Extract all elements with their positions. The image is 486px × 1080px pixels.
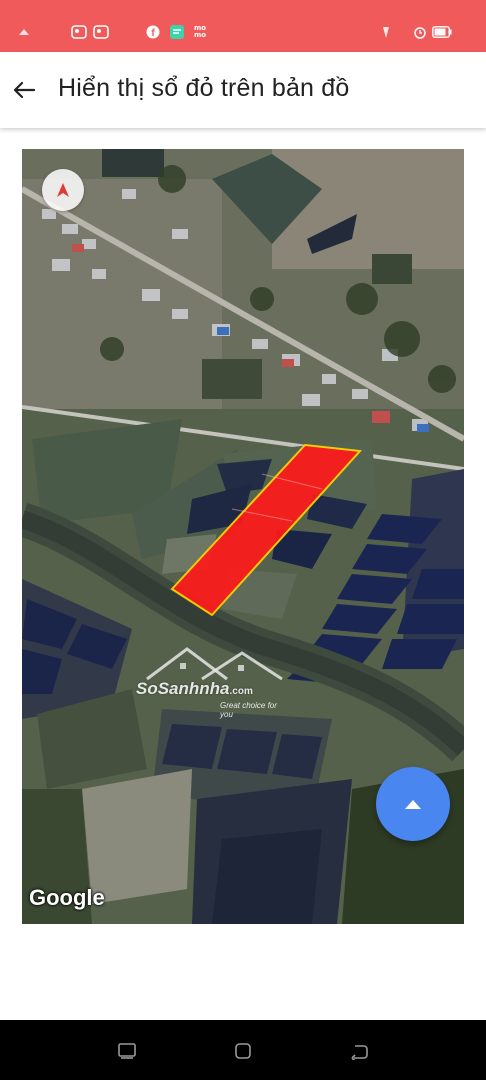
back-button[interactable] — [6, 70, 42, 110]
back-icon — [351, 1045, 368, 1060]
photo-icon — [92, 24, 110, 40]
vpn-key-icon — [380, 24, 392, 40]
watermark: SoSanhnha.com Great choice for you — [132, 639, 292, 719]
caret-up-icon — [405, 800, 421, 809]
home-button[interactable] — [232, 1040, 254, 1062]
page-title: Hiển thị sổ đỏ trên bản đồ — [58, 74, 350, 102]
status-bar: f mo mo — [0, 0, 486, 52]
back-nav-button[interactable] — [348, 1040, 370, 1062]
scroll-up-button[interactable] — [376, 767, 450, 841]
photo-icon — [70, 24, 88, 40]
arrow-left-icon — [13, 81, 35, 99]
system-nav-bar — [0, 1020, 486, 1080]
app-bar: Hiển thị sổ đỏ trên bản đồ — [0, 52, 486, 128]
recent-apps-button[interactable] — [116, 1040, 138, 1062]
momo-icon: mo mo — [193, 24, 207, 39]
home-icon — [235, 1043, 251, 1059]
watermark-tagline: Great choice for you — [220, 701, 277, 719]
compass-icon — [57, 183, 69, 197]
facebook-icon: f — [145, 24, 161, 40]
alarm-icon — [413, 24, 427, 40]
watermark-brand: SoSanhnha.com — [136, 679, 253, 698]
notification-icon — [16, 24, 32, 40]
battery-icon — [431, 24, 453, 40]
message-icon — [168, 24, 186, 40]
compass-button[interactable] — [42, 169, 84, 211]
recent-apps-icon — [118, 1043, 136, 1059]
google-logo: Google — [29, 885, 105, 910]
